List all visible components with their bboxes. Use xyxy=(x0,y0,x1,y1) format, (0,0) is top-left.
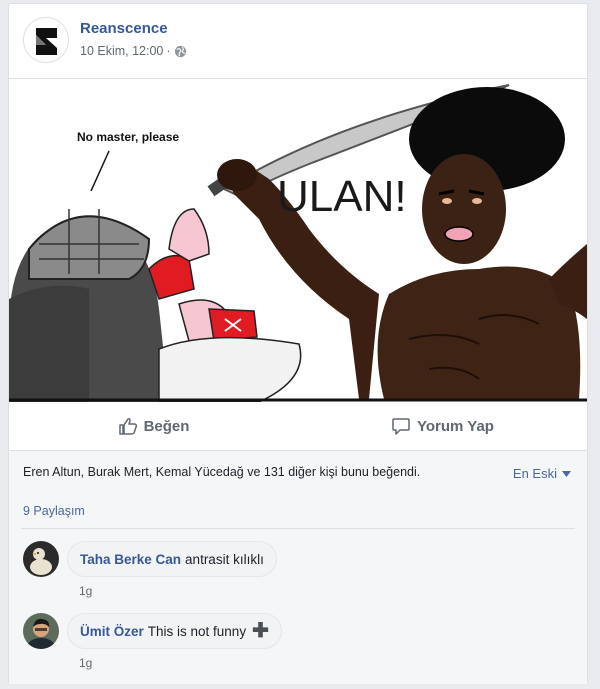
thumbs-up-icon xyxy=(118,418,137,435)
sort-label: En Eski xyxy=(512,466,557,481)
comment-time[interactable]: 1g xyxy=(79,656,92,670)
page-avatar[interactable] xyxy=(23,17,69,63)
commenter-avatar[interactable] xyxy=(23,613,59,649)
shares-link[interactable]: 9 Paylaşım xyxy=(23,504,85,518)
commenter-avatar[interactable] xyxy=(23,541,59,577)
post-meta: 10 Ekim, 12:00 · xyxy=(80,44,187,58)
post-actions: Beğen Yorum Yap xyxy=(9,402,587,450)
plus-icon[interactable]: ✚ xyxy=(252,621,269,641)
comment-text: antrasit kılıklı xyxy=(185,551,264,567)
post-card: Reanscence 10 Ekim, 12:00 · ULAN! No mas… xyxy=(8,3,588,684)
comments-section: Taha Berke Can antrasit kılıklı 1g Ümit … xyxy=(9,529,587,684)
post-header: Reanscence 10 Ekim, 12:00 · xyxy=(9,4,587,78)
duck-avatar-icon xyxy=(23,541,59,577)
post-timestamp[interactable]: 10 Ekim, 12:00 xyxy=(80,44,163,58)
comment-label: Yorum Yap xyxy=(417,417,494,435)
comment-author[interactable]: Taha Berke Can xyxy=(80,552,181,567)
globe-icon xyxy=(174,45,186,57)
page-logo-icon xyxy=(24,18,68,62)
shout-text: ULAN! xyxy=(277,172,407,221)
comment-button[interactable]: Yorum Yap xyxy=(298,402,587,450)
speech-text: No master, please xyxy=(77,130,179,144)
meme-illustration: ULAN! No master, please xyxy=(9,79,587,403)
likes-text[interactable]: Eren Altun, Burak Mert, Kemal Yücedağ ve… xyxy=(23,465,420,479)
shares-row: 9 Paylaşım xyxy=(9,494,587,532)
person-avatar-icon xyxy=(23,613,59,649)
comment-text: This is not funny xyxy=(147,623,247,639)
like-label: Beğen xyxy=(143,417,190,435)
comment-time[interactable]: 1g xyxy=(79,584,92,598)
caret-down-icon xyxy=(562,470,571,477)
speech-bubble-icon xyxy=(392,418,410,435)
comment-bubble: Ümit Özer This is not funny ✚ xyxy=(67,613,282,649)
meta-separator: · xyxy=(166,44,171,58)
page-name-link[interactable]: Reanscence xyxy=(80,20,168,37)
post-image[interactable]: ULAN! No master, please xyxy=(9,78,587,403)
comment-author[interactable]: Ümit Özer xyxy=(80,624,144,639)
likes-summary: Eren Altun, Burak Mert, Kemal Yücedağ ve… xyxy=(9,450,587,494)
like-button[interactable]: Beğen xyxy=(9,402,298,450)
comment-bubble: Taha Berke Can antrasit kılıklı xyxy=(67,541,277,577)
comment-sort-dropdown[interactable]: En Eski xyxy=(513,466,571,481)
